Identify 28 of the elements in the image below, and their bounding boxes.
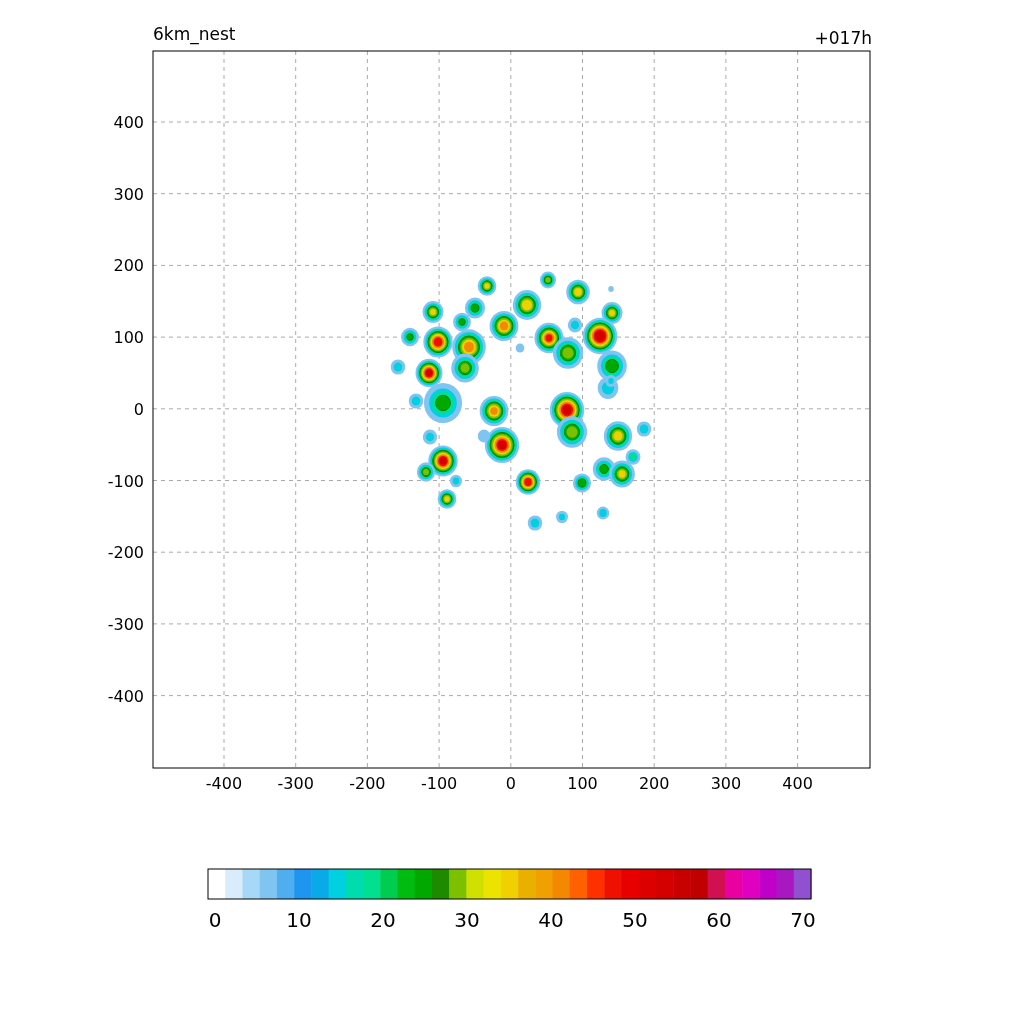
colorbar-tick-label: 60 [706,908,732,932]
y-axis-tick-label: 400 [113,113,144,132]
colorbar-tick-label: 0 [208,908,222,932]
y-axis-tick-label: 0 [133,399,144,419]
colorbar-tick-label: 50 [622,908,648,932]
y-axis-tick-label: 200 [113,256,144,276]
y-axis-tick-label: 300 [113,184,144,204]
x-axis-tick-label: 200 [638,774,670,793]
y-axis-tick-label: 100 [113,328,144,348]
colorbar-tick-label: 30 [454,908,480,932]
x-axis-tick-label: 400 [782,774,813,793]
x-axis-tick-label: -400 [205,774,243,793]
x-axis-tick-label: 100 [567,774,598,793]
x-axis-tick-label: -100 [420,774,458,793]
plot-title: 6km_nest [153,24,236,44]
y-axis-tick-label: -100 [107,471,144,491]
x-axis-tick-label: -300 [277,774,314,793]
x-axis-tick-label: 0 [505,774,516,793]
colorbar-tick-label: 40 [538,908,564,932]
y-axis-tick-label: -200 [107,543,144,563]
colorbar-tick-label: 10 [286,908,312,932]
y-axis-tick-label: -400 [107,686,144,706]
x-axis-tick-label: -200 [349,774,386,793]
forecast-hour-label: +017h [814,28,872,48]
x-axis-tick-label: 300 [710,774,742,793]
y-axis-tick-label: -300 [107,614,144,634]
colorbar-tick-label: 20 [370,908,396,932]
colorbar-tick-label: 70 [790,908,816,932]
